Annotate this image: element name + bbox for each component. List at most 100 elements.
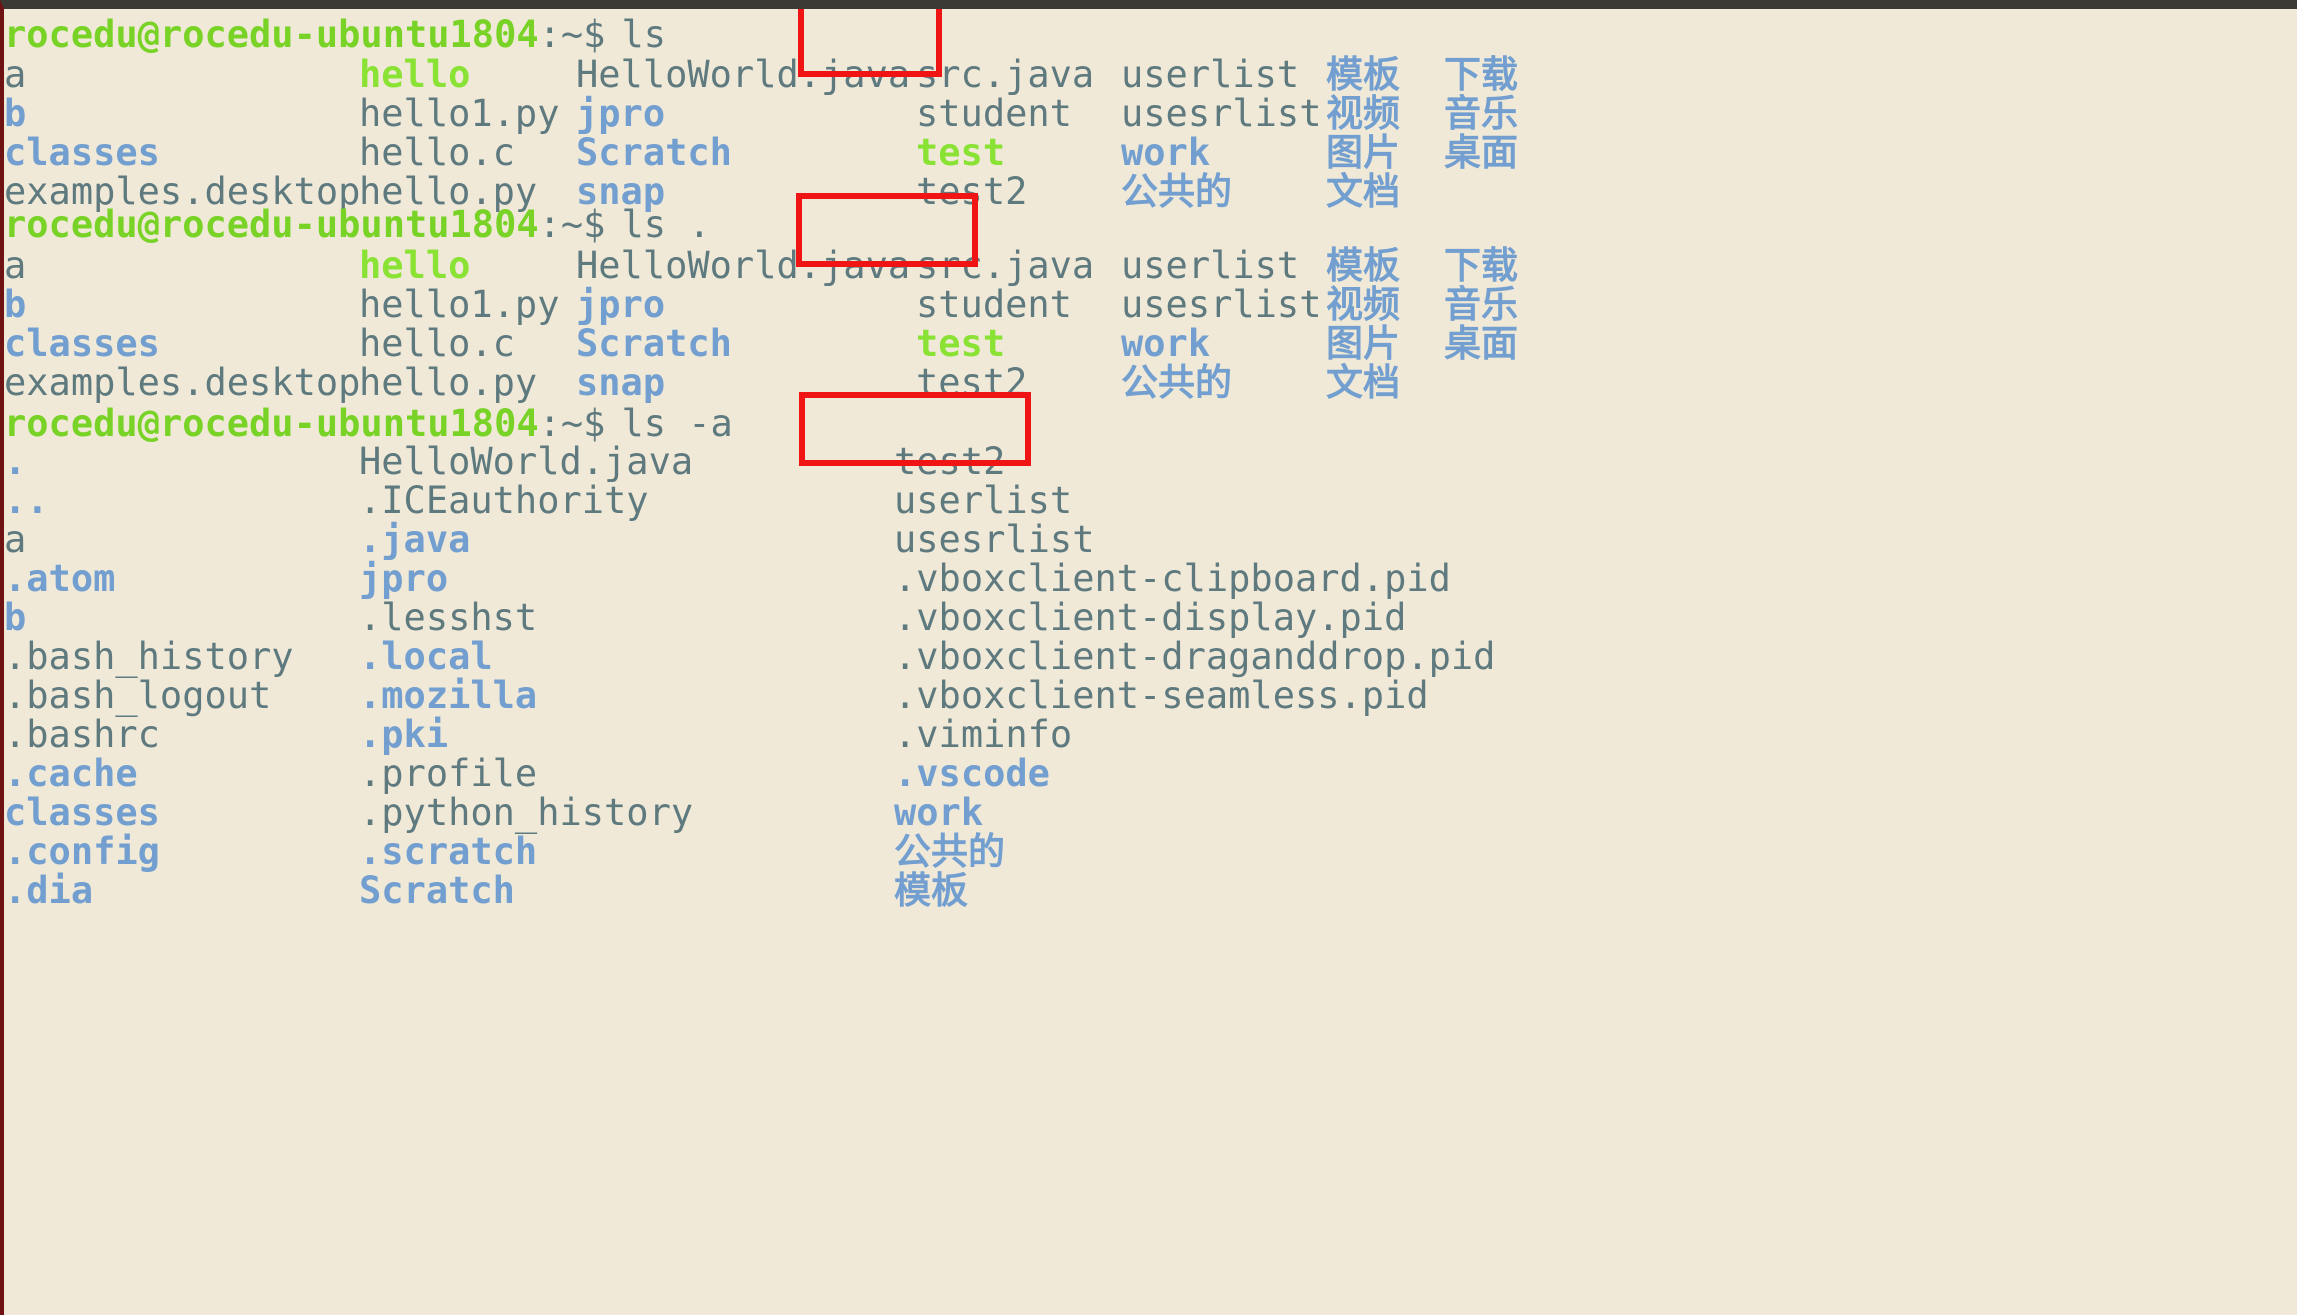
ls-item[interactable]: hello1.py xyxy=(359,285,559,324)
prompt-path-3: :~$ xyxy=(538,402,606,445)
ls-item[interactable]: userlist xyxy=(1121,246,1299,285)
ls-item[interactable]: Scratch xyxy=(576,324,732,363)
ls-item[interactable]: .viminfo xyxy=(894,715,1072,754)
ls-item[interactable]: .dia xyxy=(4,871,93,910)
ls-item[interactable]: b xyxy=(4,94,26,133)
ls-item[interactable]: 公共的 xyxy=(1121,363,1232,402)
ls-item[interactable]: b xyxy=(4,598,26,637)
ls-item[interactable]: 图片 xyxy=(1326,324,1400,363)
ls-item[interactable]: a xyxy=(4,246,26,285)
ls-item[interactable]: 音乐 xyxy=(1444,94,1518,133)
ls-item[interactable]: 公共的 xyxy=(894,832,1005,871)
ls-item[interactable]: hello1.py xyxy=(359,94,559,133)
command-input-2[interactable]: ls . xyxy=(605,203,710,246)
ls-item[interactable]: test2 xyxy=(916,172,1027,211)
ls-item[interactable]: examples.desktop xyxy=(4,363,360,402)
ls-item[interactable]: .local xyxy=(359,637,493,676)
ls-item[interactable]: classes xyxy=(4,133,160,172)
ls-item[interactable]: 模板 xyxy=(1326,246,1400,285)
ls-item[interactable]: classes xyxy=(4,324,160,363)
ls-item[interactable]: .vscode xyxy=(894,754,1050,793)
ls-item[interactable]: .config xyxy=(4,832,160,871)
ls-item[interactable]: a xyxy=(4,55,26,94)
ls-item[interactable]: 音乐 xyxy=(1444,285,1518,324)
ls-item[interactable]: .ICEauthority xyxy=(359,481,649,520)
terminal-window: rocedu@rocedu-ubuntu1804:~$ ls a hello He… xyxy=(0,0,2297,1315)
ls-item[interactable]: Scratch xyxy=(576,133,732,172)
ls-item[interactable]: test2 xyxy=(894,442,1005,481)
ls-item[interactable]: classes xyxy=(4,793,160,832)
ls-item[interactable]: 视频 xyxy=(1326,94,1400,133)
ls-item[interactable]: test2 xyxy=(916,363,1027,402)
ls-item[interactable]: a xyxy=(4,520,26,559)
ls-item[interactable]: 视频 xyxy=(1326,285,1400,324)
ls-item[interactable]: .pki xyxy=(359,715,448,754)
ls-item[interactable]: snap xyxy=(576,363,665,402)
prompt-user-host-3: rocedu@rocedu-ubuntu1804 xyxy=(4,402,539,445)
ls-item[interactable]: 模板 xyxy=(1326,55,1400,94)
ls-item[interactable]: HelloWorld.java xyxy=(576,246,910,285)
ls-item[interactable]: .vboxclient-clipboard.pid xyxy=(894,559,1451,598)
ls-item[interactable]: b xyxy=(4,285,26,324)
ls-item[interactable]: .vboxclient-display.pid xyxy=(894,598,1406,637)
ls-item[interactable]: 图片 xyxy=(1326,133,1400,172)
ls-item[interactable]: Scratch xyxy=(359,871,515,910)
ls-item[interactable]: .scratch xyxy=(359,832,537,871)
ls-item[interactable]: hello.c xyxy=(359,324,515,363)
ls-item[interactable]: .mozilla xyxy=(359,676,537,715)
ls-item[interactable]: student xyxy=(916,94,1072,133)
ls-item[interactable]: 文档 xyxy=(1326,363,1400,402)
ls-item[interactable]: 桌面 xyxy=(1444,133,1518,172)
ls-item[interactable]: 模板 xyxy=(894,871,968,910)
ls-item[interactable]: jpro xyxy=(359,559,448,598)
ls-item[interactable]: . xyxy=(4,442,26,481)
ls-item[interactable]: .atom xyxy=(4,559,115,598)
ls-item[interactable]: usesrlist xyxy=(894,520,1094,559)
ls-item[interactable]: jpro xyxy=(576,94,665,133)
ls-item[interactable]: hello.c xyxy=(359,133,515,172)
ls-item[interactable]: hello.py xyxy=(359,363,537,402)
ls-item[interactable]: .python_history xyxy=(359,793,693,832)
ls-item[interactable]: 下载 xyxy=(1444,55,1518,94)
ls-item[interactable]: .cache xyxy=(4,754,138,793)
ls-item[interactable]: 公共的 xyxy=(1121,172,1232,211)
ls-item[interactable]: src.java xyxy=(916,55,1094,94)
prompt-line-2: rocedu@rocedu-ubuntu1804:~$ ls . xyxy=(4,205,711,244)
ls-item[interactable]: usesrlist xyxy=(1121,94,1321,133)
ls-item[interactable]: HelloWorld.java xyxy=(359,442,693,481)
ls-item[interactable]: userlist xyxy=(894,481,1072,520)
prompt-path-1: :~$ xyxy=(538,13,606,56)
ls-item[interactable]: 下载 xyxy=(1444,246,1518,285)
ls-item[interactable]: usesrlist xyxy=(1121,285,1321,324)
ls-item[interactable]: student xyxy=(916,285,1072,324)
prompt-path-2: :~$ xyxy=(538,203,606,246)
ls-item[interactable]: .vboxclient-seamless.pid xyxy=(894,676,1429,715)
ls-item[interactable]: 文档 xyxy=(1326,172,1400,211)
ls-item[interactable]: HelloWorld.java xyxy=(576,55,910,94)
ls-item[interactable]: test xyxy=(916,324,1005,363)
prompt-line-3: rocedu@rocedu-ubuntu1804:~$ ls -a xyxy=(4,404,733,443)
ls-item[interactable]: hello xyxy=(359,246,470,285)
command-input-3[interactable]: ls -a xyxy=(605,402,732,445)
ls-item[interactable]: work xyxy=(894,793,983,832)
prompt-user-host-2: rocedu@rocedu-ubuntu1804 xyxy=(4,203,539,246)
ls-item[interactable]: src.java xyxy=(916,246,1094,285)
ls-item[interactable]: jpro xyxy=(576,285,665,324)
ls-item[interactable]: .bash_logout xyxy=(4,676,271,715)
terminal-screen[interactable]: rocedu@rocedu-ubuntu1804:~$ ls a hello He… xyxy=(4,9,2297,1315)
ls-item[interactable]: test xyxy=(916,133,1005,172)
ls-item[interactable]: .bash_history xyxy=(4,637,294,676)
ls-item[interactable]: work xyxy=(1121,133,1210,172)
prompt-user-host-1: rocedu@rocedu-ubuntu1804 xyxy=(4,13,539,56)
ls-item[interactable]: .vboxclient-draganddrop.pid xyxy=(894,637,1495,676)
ls-item[interactable]: .lesshst xyxy=(359,598,537,637)
ls-item[interactable]: .java xyxy=(359,520,470,559)
ls-item[interactable]: 桌面 xyxy=(1444,324,1518,363)
ls-item[interactable]: .profile xyxy=(359,754,537,793)
ls-item[interactable]: hello xyxy=(359,55,470,94)
command-input-1[interactable]: ls xyxy=(605,13,666,56)
ls-item[interactable]: work xyxy=(1121,324,1210,363)
ls-item[interactable]: userlist xyxy=(1121,55,1299,94)
ls-item[interactable]: .bashrc xyxy=(4,715,160,754)
ls-item[interactable]: .. xyxy=(4,481,49,520)
